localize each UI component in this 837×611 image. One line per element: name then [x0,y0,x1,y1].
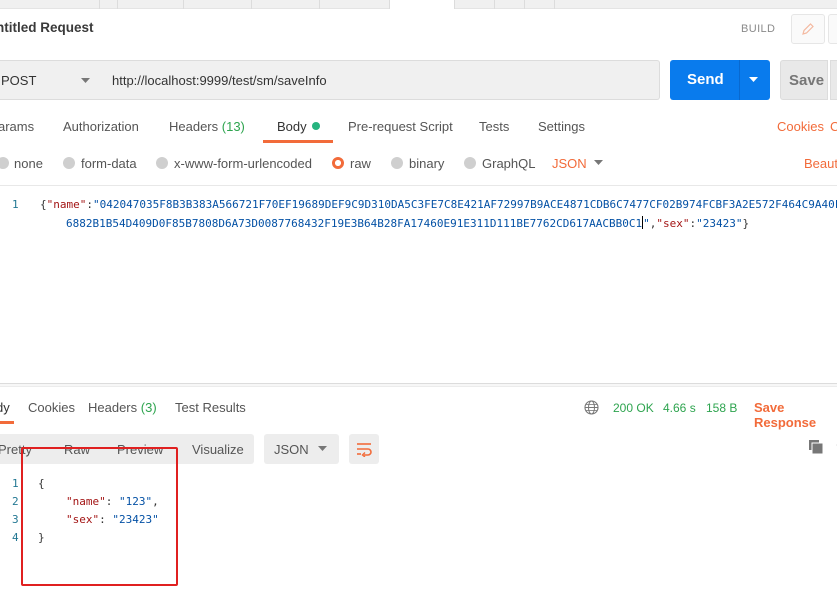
json-value-name-cont: 6882B1B54D409D0F85B7808D6A73D0087768432F… [66,217,643,230]
beautify-link[interactable]: Beaut [804,156,837,171]
edit-button[interactable] [791,14,825,44]
active-tab-underline [263,140,333,143]
response-format-label: JSON [274,442,309,457]
code-link[interactable]: C [830,119,837,134]
annotation-highlight-box [21,447,178,586]
request-body-line-1[interactable]: {"name":"042047035F8B3B383A566721F70EF19… [40,198,837,211]
tab-response-cookies[interactable]: Cookies [28,400,75,415]
line-number: 4 [12,531,19,544]
body-format-select[interactable]: JSON [552,156,587,171]
radio-graphql[interactable] [464,157,476,169]
radio-raw-label[interactable]: raw [350,156,371,171]
line-number: 1 [12,198,19,211]
status-code[interactable]: 200 OK [613,401,654,415]
cookies-link[interactable]: Cookies [777,119,824,134]
request-body-line-1-wrap[interactable]: 6882B1B54D409D0F85B7808D6A73D0087768432F… [66,216,749,230]
tab-body-label: Body [277,119,307,134]
response-time[interactable]: 4.66 s [663,401,696,415]
chevron-down-icon [81,78,90,83]
radio-raw-selected[interactable] [332,157,344,169]
tab-headers-count: (13) [221,119,245,134]
radio-urlencoded-label[interactable]: x-www-form-urlencoded [174,156,312,171]
url-text: http://localhost:9999/test/sm/saveInfo [112,73,327,88]
response-size[interactable]: 158 B [706,401,737,415]
request-title[interactable]: ntitled Request [0,20,94,35]
tab-headers[interactable]: Headers (13) [169,119,245,134]
request-tab[interactable] [118,0,184,9]
tab-headers-label: Headers [169,119,219,134]
view-visualize[interactable]: Visualize [192,442,244,457]
tab-test-results[interactable]: Test Results [175,400,246,415]
active-tab-underline [0,421,14,424]
tab-settings[interactable]: Settings [538,119,585,134]
tab-prerequest-script[interactable]: Pre-request Script [348,119,453,134]
request-tab[interactable] [455,0,495,9]
radio-binary-label[interactable]: binary [409,156,444,171]
pencil-icon [802,23,814,35]
tab-tests[interactable]: Tests [479,119,509,134]
send-button[interactable]: Send [670,60,770,100]
request-tab[interactable] [525,0,555,9]
tab-response-headers-label: Headers [88,400,138,415]
send-label: Send [687,71,724,88]
json-value-sex: "23423" [696,217,743,230]
radio-urlencoded[interactable] [156,157,168,169]
editor-border [0,185,837,186]
comments-button[interactable] [828,14,837,44]
send-divider [739,60,740,100]
line-number: 2 [12,495,19,508]
response-format-select[interactable]: JSON [264,434,339,464]
pane-splitter[interactable] [0,383,837,387]
request-tab-strip [0,0,837,9]
build-mode-label[interactable]: BUILD [741,23,775,35]
radio-none[interactable] [0,157,9,169]
tab-response-body[interactable]: dy [0,400,10,415]
tab-response-headers-count: (3) [140,400,157,415]
save-button[interactable]: Save [780,60,828,100]
tab-body[interactable]: Body [277,119,320,134]
method-label: POST [1,73,37,88]
radio-form-data-label[interactable]: form-data [81,156,137,171]
request-tab[interactable] [184,0,252,9]
request-tab[interactable] [320,0,390,9]
copy-icon[interactable] [808,439,824,455]
wrap-lines-button[interactable] [349,434,379,464]
tab-response-headers[interactable]: Headers (3) [88,400,157,415]
request-tab-active[interactable] [390,0,455,9]
line-number: 1 [12,477,19,490]
radio-binary[interactable] [391,157,403,169]
body-indicator-dot [311,122,320,130]
json-key-name: "name" [46,198,87,211]
save-dropdown-button[interactable] [830,60,837,100]
request-tab[interactable] [40,0,100,9]
chevron-down-icon[interactable] [594,160,603,166]
tab-params[interactable]: arams [0,119,34,134]
wrap-lines-icon [357,443,372,457]
save-label: Save [789,72,825,89]
radio-none-label[interactable]: none [14,156,43,171]
radio-graphql-label[interactable]: GraphQL [482,156,535,171]
globe-icon[interactable] [584,400,599,415]
chevron-down-icon[interactable] [749,77,758,83]
chevron-down-icon [318,446,327,451]
line-number: 3 [12,513,19,526]
json-value-name: "042047035F8B3B383A566721F70EF19689DEF9C… [93,198,837,211]
request-tab[interactable] [252,0,320,9]
json-key-sex: "sex" [656,217,690,230]
tab-authorization[interactable]: Authorization [63,119,139,134]
request-tab[interactable] [100,0,118,9]
radio-form-data[interactable] [63,157,75,169]
url-input[interactable]: http://localhost:9999/test/sm/saveInfo [101,60,660,100]
request-tab[interactable] [495,0,525,9]
method-select[interactable]: POST [0,60,102,100]
save-response-button[interactable]: Save Response [754,400,837,430]
